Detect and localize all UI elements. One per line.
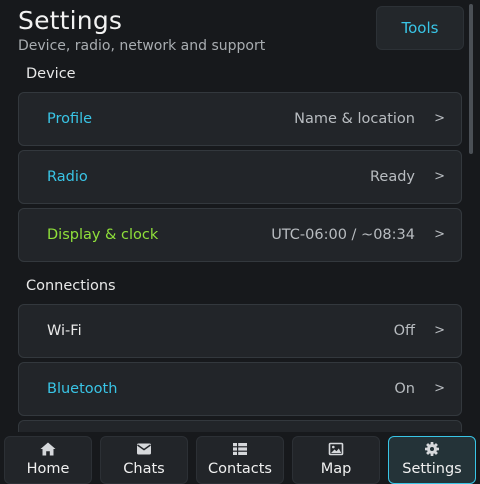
scrollbar[interactable] xyxy=(469,4,473,154)
chevron-right-icon: > xyxy=(434,111,445,126)
settings-row-bluetooth[interactable]: Bluetooth On > xyxy=(18,362,462,416)
row-value: Off xyxy=(393,323,415,339)
settings-row-display-clock[interactable]: Display & clock UTC-06:00 / ~08:34 > xyxy=(18,208,462,262)
section-header-connections: Connections xyxy=(26,278,116,294)
row-value: UTC-06:00 / ~08:34 xyxy=(271,227,415,243)
home-icon xyxy=(5,442,91,456)
row-value: Ready xyxy=(369,169,415,185)
row-label: Radio xyxy=(47,169,88,185)
chevron-right-icon: > xyxy=(434,169,445,184)
row-label: Display & clock xyxy=(47,227,159,243)
nav-map[interactable]: Map xyxy=(292,436,380,484)
settings-row-profile[interactable]: Profile Name & location > xyxy=(18,92,462,146)
settings-row-radio[interactable]: Radio Ready > xyxy=(18,150,462,204)
nav-chats[interactable]: Chats xyxy=(100,436,188,484)
settings-row-wifi[interactable]: Wi-Fi Off > xyxy=(18,304,462,358)
tools-button[interactable]: Tools xyxy=(376,6,464,50)
nav-label: Contacts xyxy=(208,461,272,477)
chat-icon xyxy=(101,442,187,456)
chevron-right-icon: > xyxy=(434,323,445,338)
map-image-icon xyxy=(293,442,379,456)
nav-label: Chats xyxy=(123,461,165,477)
row-value: On xyxy=(394,381,415,397)
gear-icon xyxy=(389,442,475,456)
row-label: Profile xyxy=(47,111,93,127)
chevron-right-icon: > xyxy=(434,227,445,242)
nav-label: Settings xyxy=(402,461,462,477)
nav-contacts[interactable]: Contacts xyxy=(196,436,284,484)
nav-label: Home xyxy=(26,461,70,477)
section-header-device: Device xyxy=(26,66,76,82)
nav-settings[interactable]: Settings xyxy=(388,436,476,484)
row-label: Bluetooth xyxy=(47,381,118,397)
row-value: Name & location xyxy=(294,111,415,127)
chevron-right-icon: > xyxy=(434,381,445,396)
page-subtitle: Device, radio, network and support xyxy=(18,38,266,54)
contacts-list-icon xyxy=(197,442,283,456)
nav-home[interactable]: Home xyxy=(4,436,92,484)
page-header: Settings Device, radio, network and supp… xyxy=(18,6,378,55)
page-title: Settings xyxy=(18,6,123,35)
row-label: Wi-Fi xyxy=(47,323,82,339)
nav-label: Map xyxy=(320,461,352,477)
